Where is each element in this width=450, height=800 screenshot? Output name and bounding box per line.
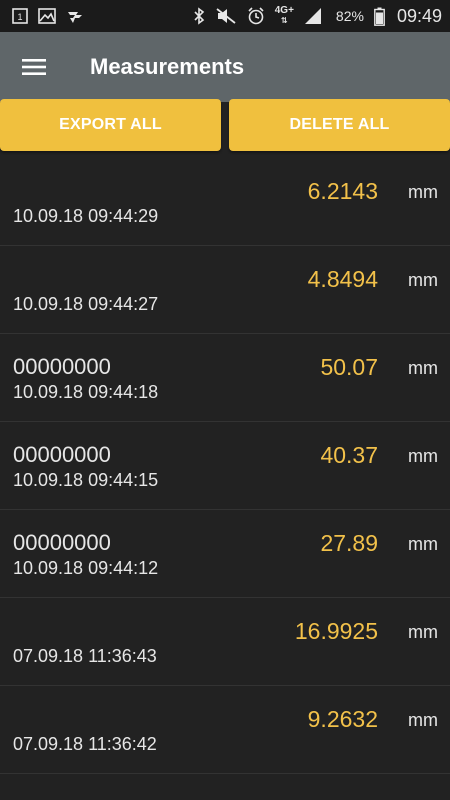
action-buttons: EXPORT ALL DELETE ALL	[0, 99, 450, 151]
measurement-date: 10.09.18 09:44:18	[13, 382, 159, 402]
gallery-icon	[38, 8, 56, 24]
measurement-date: 10.09.18 09:44:15	[13, 470, 159, 490]
status-bar-notifications: 1	[12, 8, 86, 24]
page-title: Measurements	[90, 54, 245, 79]
status-bar-system: 4G+ ⇅ 82% 09:49	[193, 6, 442, 27]
export-all-button[interactable]: EXPORT ALL	[0, 99, 221, 151]
battery-percent: 82%	[335, 8, 364, 24]
network-type-icon: 4G+ ⇅	[274, 5, 294, 26]
app-toolbar: Measurements	[0, 32, 450, 102]
measurement-row[interactable]: 00000000 10.09.18 09:44:12 27.89 mm	[0, 510, 450, 598]
measurement-unit: mm	[408, 446, 438, 466]
network-type-label: 4G+	[274, 5, 294, 16]
measurement-value: 6.2143	[307, 178, 378, 204]
measurement-value: 16.9925	[294, 618, 378, 644]
bluetooth-icon	[193, 7, 205, 25]
measurement-date: 07.09.18 11:36:42	[13, 734, 157, 754]
alarm-icon	[247, 7, 265, 25]
measurement-unit: mm	[408, 534, 438, 554]
measurement-unit: mm	[408, 358, 438, 378]
battery-icon	[374, 7, 385, 26]
measurement-value: 50.07	[320, 354, 378, 380]
signal-icon	[304, 7, 322, 25]
measurement-row[interactable]: 10.09.18 09:44:29 6.2143 mm	[0, 158, 450, 246]
measurement-unit: mm	[408, 270, 438, 290]
measurement-date: 10.09.18 09:44:12	[13, 558, 159, 578]
measurement-row[interactable]: 07.09.18 11:36:43 16.9925 mm	[0, 598, 450, 686]
measurement-unit: mm	[408, 710, 438, 730]
status-time: 09:49	[396, 5, 442, 26]
measurement-row[interactable]: 00000000 10.09.18 09:44:18 50.07 mm	[0, 334, 450, 422]
measurement-date: 07.09.18 11:36:43	[13, 646, 157, 666]
measurement-unit: mm	[408, 182, 438, 202]
measurement-value: 9.2632	[307, 706, 378, 732]
measurement-date: 10.09.18 09:44:27	[13, 294, 159, 314]
measurement-name: 00000000	[13, 442, 111, 467]
measurement-row[interactable]: 00000000 10.09.18 09:44:15 40.37 mm	[0, 422, 450, 510]
measurement-value: 40.37	[320, 442, 378, 468]
measurement-value: 27.89	[320, 530, 378, 556]
measurement-name: 00000000	[13, 354, 111, 379]
menu-icon[interactable]	[22, 54, 48, 80]
status-bar: 1 4G+ ⇅ 82% 09:49	[0, 0, 450, 32]
measurement-row[interactable]: 10.09.18 09:44:27 4.8494 mm	[0, 246, 450, 334]
calendar-icon: 1	[12, 8, 28, 24]
app-notification-icon	[66, 8, 86, 24]
mute-icon	[215, 7, 237, 25]
svg-text:1: 1	[17, 12, 22, 22]
delete-all-button[interactable]: DELETE ALL	[229, 99, 450, 151]
measurement-list: 10.09.18 09:44:29 6.2143 mm 10.09.18 09:…	[0, 158, 450, 774]
measurement-row[interactable]: 07.09.18 11:36:42 9.2632 mm	[0, 686, 450, 774]
measurement-value: 4.8494	[307, 266, 378, 292]
measurement-name: 00000000	[13, 530, 111, 555]
measurement-unit: mm	[408, 622, 438, 642]
measurement-date: 10.09.18 09:44:29	[13, 206, 159, 226]
